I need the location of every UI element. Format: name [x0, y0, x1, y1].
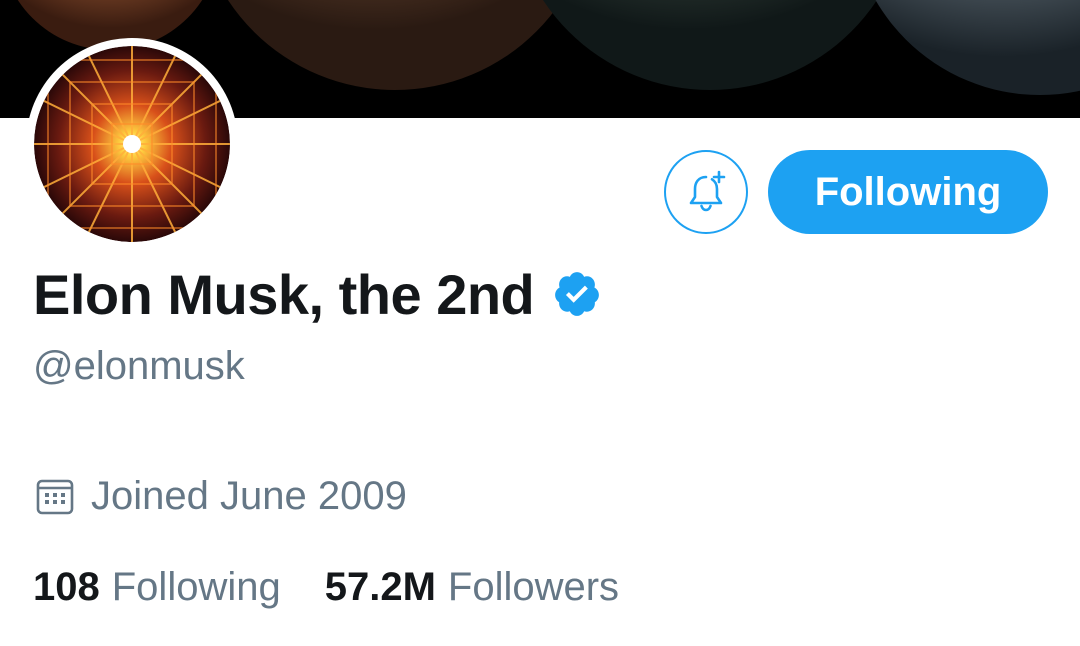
- followers-count: 57.2M: [324, 564, 436, 609]
- followers-label: Followers: [447, 564, 620, 609]
- following-button[interactable]: Following: [768, 150, 1048, 234]
- follow-stats: 108 Following 57.2M Followers: [33, 562, 619, 612]
- bell-plus-icon: [682, 168, 730, 216]
- avatar-image: [34, 46, 230, 242]
- joined-date: Joined June 2009: [91, 473, 407, 518]
- display-name: Elon Musk, the 2nd: [33, 262, 535, 326]
- profile-avatar[interactable]: [26, 38, 238, 250]
- joined-date-row: Joined June 2009: [35, 472, 407, 520]
- calendar-icon: [35, 476, 75, 516]
- profile-handle: @elonmusk: [33, 344, 245, 388]
- verified-badge-icon: [552, 269, 602, 319]
- following-count: 108: [33, 564, 100, 609]
- following-label: Following: [111, 564, 281, 609]
- profile-name-row: Elon Musk, the 2nd: [33, 258, 602, 330]
- notifications-bell-button[interactable]: [664, 150, 748, 234]
- following-stat-link[interactable]: 108 Following: [33, 565, 281, 610]
- followers-stat-link[interactable]: 57.2M Followers: [325, 565, 619, 610]
